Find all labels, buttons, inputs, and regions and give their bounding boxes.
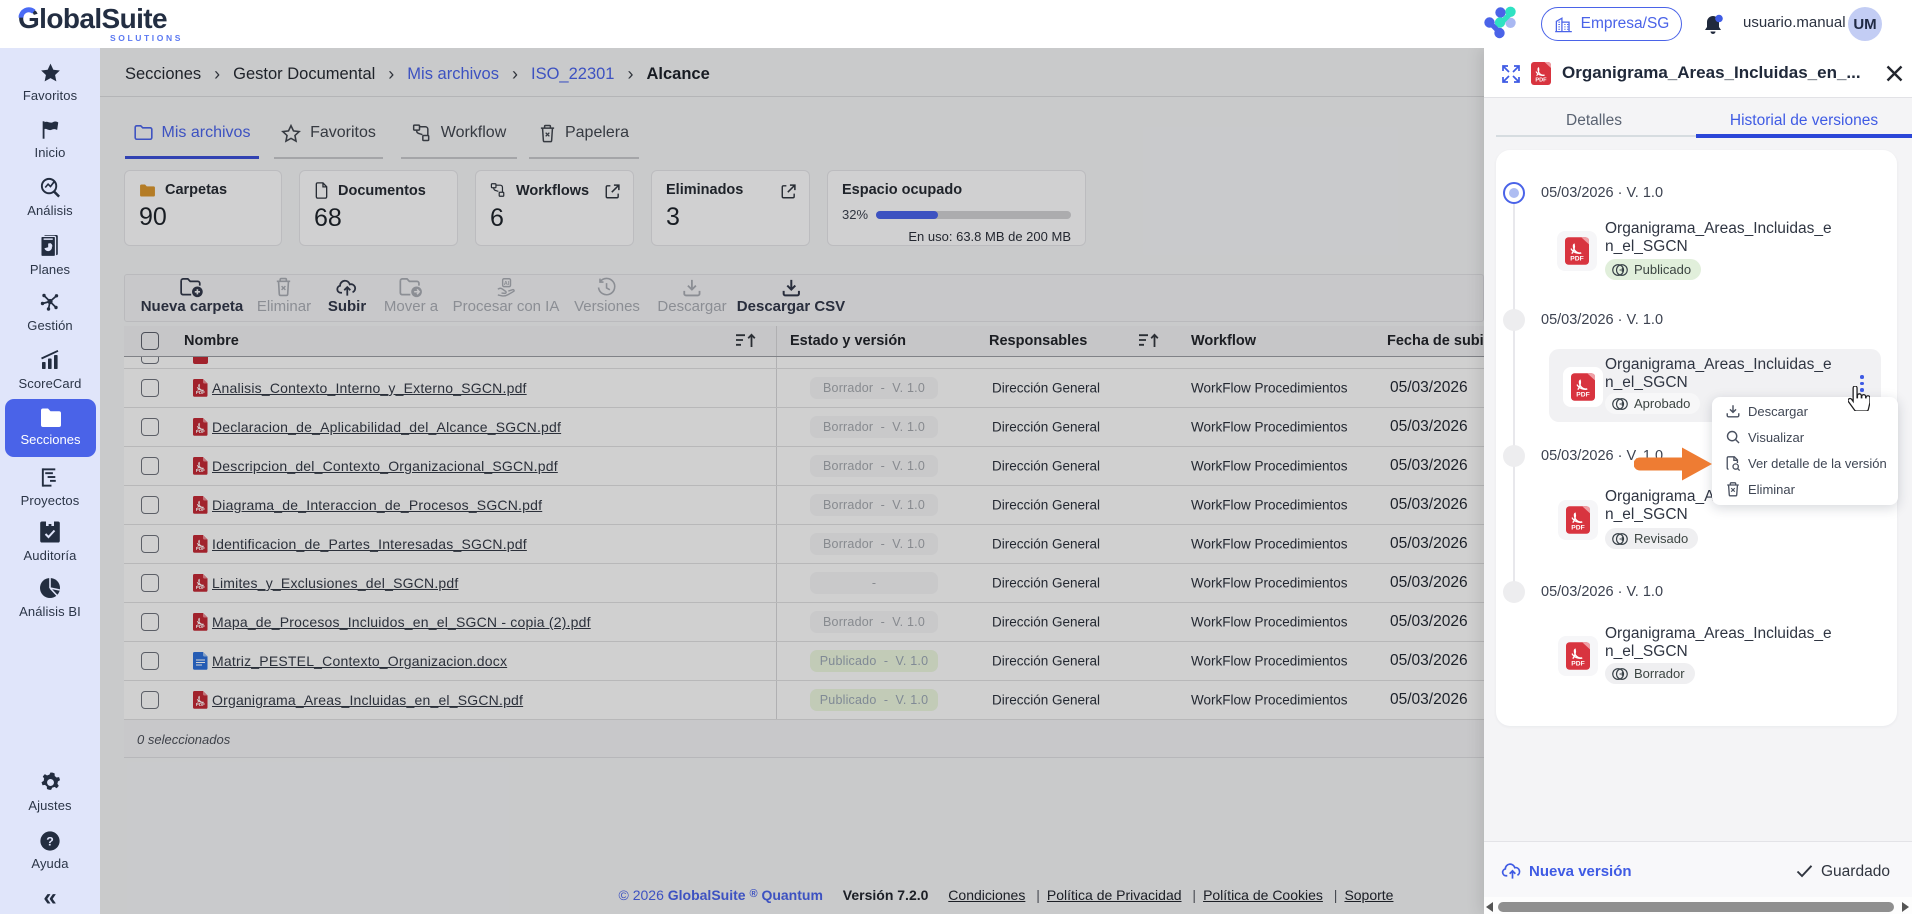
svg-text:?: ? [46, 835, 54, 849]
svg-text:PDF: PDF [1571, 525, 1584, 532]
svg-text:PDF: PDF [1570, 256, 1583, 263]
svg-text:PDF: PDF [1576, 392, 1589, 399]
svg-text:PDF: PDF [1571, 661, 1584, 668]
svg-text:PDF: PDF [1535, 78, 1547, 84]
